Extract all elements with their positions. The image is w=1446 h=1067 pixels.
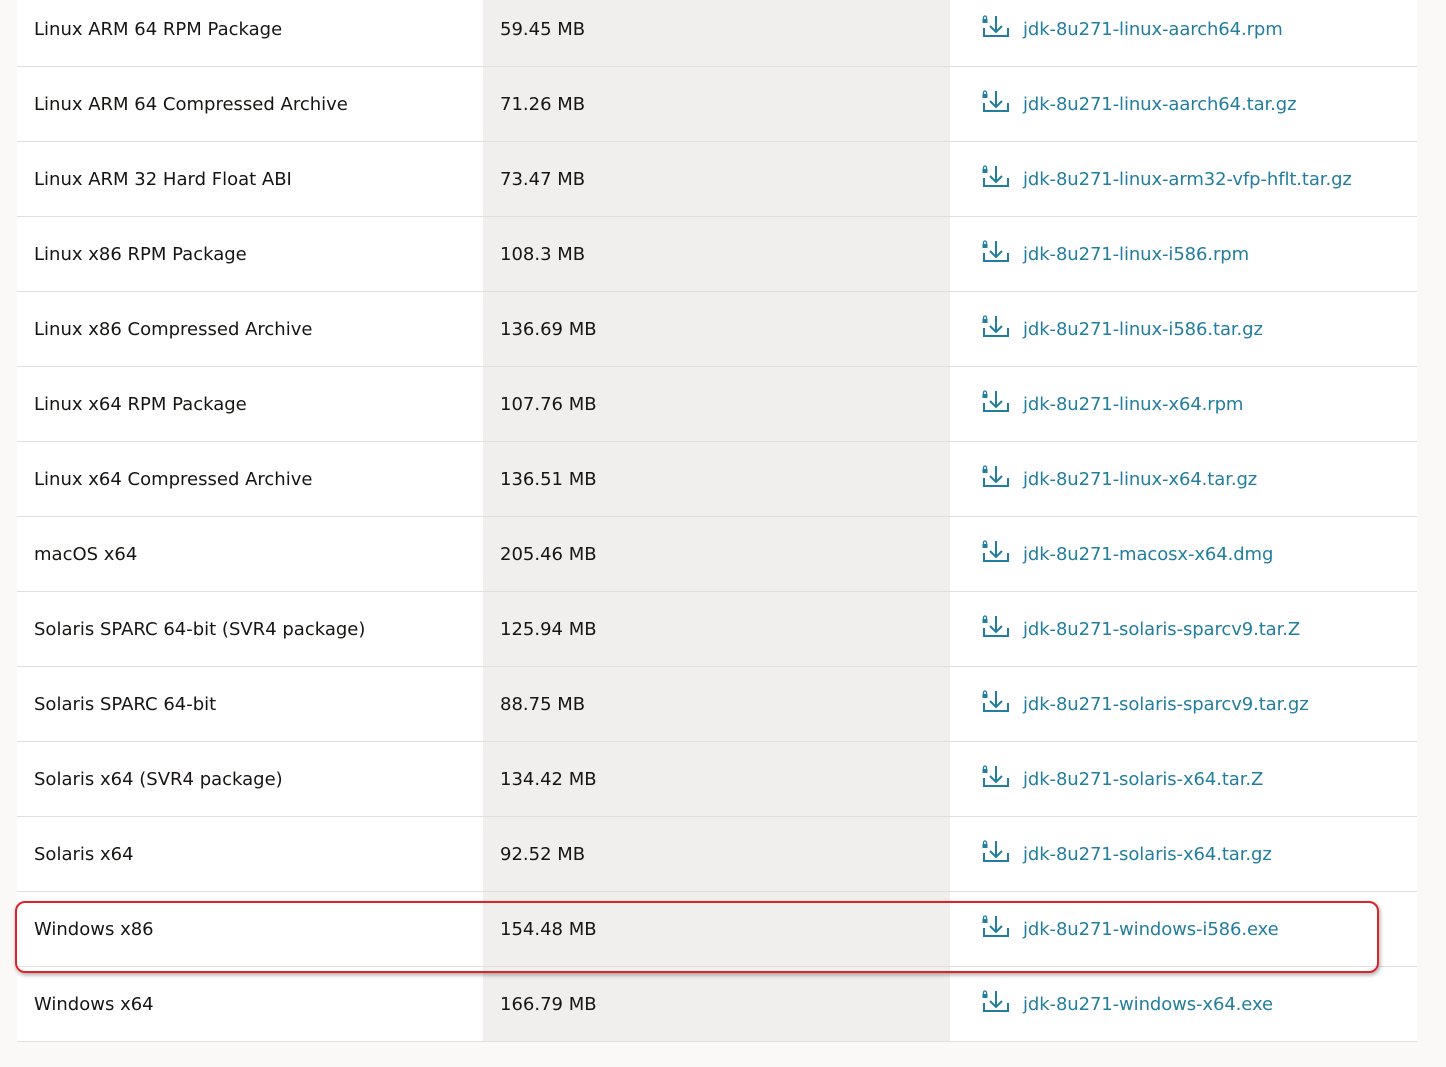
product-name: Solaris SPARC 64-bit (SVR4 package) xyxy=(34,618,366,640)
download-filename[interactable]: jdk-8u271-solaris-x64.tar.Z xyxy=(1023,769,1263,790)
product-name: Linux x64 Compressed Archive xyxy=(34,468,313,490)
table-row: Linux x86 RPM Package 108.3 MB jdk-8u271-l… xyxy=(17,216,1417,291)
table-row: Linux x86 Compressed Archive 136.69 MB jdk… xyxy=(17,291,1417,366)
product-name: Solaris x64 xyxy=(34,843,134,865)
download-link[interactable]: jdk-8u271-linux-arm32-vfp-hflt.tar.gz xyxy=(981,164,1352,194)
locked-download-icon[interactable] xyxy=(981,89,1009,119)
table-row: Solaris SPARC 64-bit 88.75 MB jdk-8u271-so… xyxy=(17,666,1417,741)
locked-download-icon[interactable] xyxy=(981,539,1009,569)
product-name: Windows x86 xyxy=(34,918,154,940)
download-cell: jdk-8u271-linux-arm32-vfp-hflt.tar.gz xyxy=(950,142,1417,216)
download-link[interactable]: jdk-8u271-solaris-x64.tar.Z xyxy=(981,764,1263,794)
download-cell: jdk-8u271-windows-i586.exe xyxy=(950,892,1417,966)
product-name: Linux ARM 64 RPM Package xyxy=(34,18,283,40)
download-cell: jdk-8u271-linux-aarch64.rpm xyxy=(950,0,1417,66)
file-size: 59.45 MB xyxy=(483,0,950,66)
file-size: 166.79 MB xyxy=(483,967,950,1041)
product-name: Windows x64 xyxy=(34,993,154,1015)
download-filename[interactable]: jdk-8u271-windows-x64.exe xyxy=(1023,994,1273,1015)
product-name: Linux x64 RPM Package xyxy=(34,393,247,415)
download-filename[interactable]: jdk-8u271-linux-arm32-vfp-hflt.tar.gz xyxy=(1023,169,1352,190)
locked-download-icon[interactable] xyxy=(981,464,1009,494)
download-filename[interactable]: jdk-8u271-macosx-x64.dmg xyxy=(1023,544,1273,565)
file-size: 125.94 MB xyxy=(483,592,950,666)
table-row: Windows x64 166.79 MB jdk-8u271-windows-x6… xyxy=(17,966,1417,1041)
download-cell: jdk-8u271-linux-x64.rpm xyxy=(950,367,1417,441)
file-size: 154.48 MB xyxy=(483,892,950,966)
table-row: macOS x64 205.46 MB jdk-8u271-macosx-x64.d… xyxy=(17,516,1417,591)
file-size: 71.26 MB xyxy=(483,67,950,141)
locked-download-icon[interactable] xyxy=(981,239,1009,269)
download-filename[interactable]: jdk-8u271-solaris-sparcv9.tar.Z xyxy=(1023,619,1300,640)
locked-download-icon[interactable] xyxy=(981,689,1009,719)
locked-download-icon[interactable] xyxy=(981,164,1009,194)
download-filename[interactable]: jdk-8u271-solaris-x64.tar.gz xyxy=(1023,844,1272,865)
file-size: 92.52 MB xyxy=(483,817,950,891)
table-row: Solaris x64 (SVR4 package) 134.42 MB jdk-8… xyxy=(17,741,1417,816)
download-cell: jdk-8u271-windows-x64.exe xyxy=(950,967,1417,1041)
download-link[interactable]: jdk-8u271-windows-i586.exe xyxy=(981,914,1279,944)
download-link[interactable]: jdk-8u271-windows-x64.exe xyxy=(981,989,1273,1019)
download-link[interactable]: jdk-8u271-linux-aarch64.tar.gz xyxy=(981,89,1297,119)
product-name: Linux x86 RPM Package xyxy=(34,243,247,265)
download-filename[interactable]: jdk-8u271-linux-aarch64.tar.gz xyxy=(1023,94,1297,115)
file-size: 73.47 MB xyxy=(483,142,950,216)
download-cell: jdk-8u271-linux-aarch64.tar.gz xyxy=(950,67,1417,141)
locked-download-icon[interactable] xyxy=(981,389,1009,419)
locked-download-icon[interactable] xyxy=(981,614,1009,644)
locked-download-icon[interactable] xyxy=(981,314,1009,344)
download-cell: jdk-8u271-linux-x64.tar.gz xyxy=(950,442,1417,516)
download-cell: jdk-8u271-solaris-sparcv9.tar.Z xyxy=(950,592,1417,666)
download-filename[interactable]: jdk-8u271-linux-x64.rpm xyxy=(1023,394,1243,415)
product-name: Linux ARM 64 Compressed Archive xyxy=(34,93,348,115)
file-size: 107.76 MB xyxy=(483,367,950,441)
product-name: Linux ARM 32 Hard Float ABI xyxy=(34,168,292,190)
download-link[interactable]: jdk-8u271-linux-i586.tar.gz xyxy=(981,314,1263,344)
file-size: 88.75 MB xyxy=(483,667,950,741)
download-link[interactable]: jdk-8u271-linux-i586.rpm xyxy=(981,239,1249,269)
download-cell: jdk-8u271-linux-i586.tar.gz xyxy=(950,292,1417,366)
download-filename[interactable]: jdk-8u271-linux-i586.tar.gz xyxy=(1023,319,1263,340)
table-row: Windows x86 154.48 MB jdk-8u271-windows-i5… xyxy=(17,891,1417,966)
file-size: 108.3 MB xyxy=(483,217,950,291)
download-cell: jdk-8u271-solaris-sparcv9.tar.gz xyxy=(950,667,1417,741)
file-size: 136.51 MB xyxy=(483,442,950,516)
download-link[interactable]: jdk-8u271-solaris-x64.tar.gz xyxy=(981,839,1272,869)
download-table: Linux ARM 64 RPM Package 59.45 MB jdk-8u27… xyxy=(17,0,1417,1042)
download-filename[interactable]: jdk-8u271-linux-x64.tar.gz xyxy=(1023,469,1257,490)
download-link[interactable]: jdk-8u271-macosx-x64.dmg xyxy=(981,539,1273,569)
table-row: Solaris SPARC 64-bit (SVR4 package) 125.9… xyxy=(17,591,1417,666)
download-filename[interactable]: jdk-8u271-solaris-sparcv9.tar.gz xyxy=(1023,694,1309,715)
file-size: 134.42 MB xyxy=(483,742,950,816)
product-name: macOS x64 xyxy=(34,543,138,565)
product-name: Linux x86 Compressed Archive xyxy=(34,318,313,340)
table-row: Linux x64 RPM Package 107.76 MB jdk-8u271-… xyxy=(17,366,1417,441)
download-link[interactable]: jdk-8u271-linux-x64.tar.gz xyxy=(981,464,1257,494)
download-cell: jdk-8u271-linux-i586.rpm xyxy=(950,217,1417,291)
download-cell: jdk-8u271-solaris-x64.tar.gz xyxy=(950,817,1417,891)
file-size: 205.46 MB xyxy=(483,517,950,591)
download-link[interactable]: jdk-8u271-linux-aarch64.rpm xyxy=(981,14,1283,44)
product-name: Solaris x64 (SVR4 package) xyxy=(34,768,283,790)
download-filename[interactable]: jdk-8u271-windows-i586.exe xyxy=(1023,919,1279,940)
locked-download-icon[interactable] xyxy=(981,14,1009,44)
locked-download-icon[interactable] xyxy=(981,839,1009,869)
download-filename[interactable]: jdk-8u271-linux-i586.rpm xyxy=(1023,244,1249,265)
locked-download-icon[interactable] xyxy=(981,914,1009,944)
download-filename[interactable]: jdk-8u271-linux-aarch64.rpm xyxy=(1023,19,1283,40)
table-row: Linux ARM 32 Hard Float ABI 73.47 MB jdk-8… xyxy=(17,141,1417,216)
locked-download-icon[interactable] xyxy=(981,989,1009,1019)
download-link[interactable]: jdk-8u271-linux-x64.rpm xyxy=(981,389,1243,419)
table-row: Linux x64 Compressed Archive 136.51 MB jdk… xyxy=(17,441,1417,516)
download-link[interactable]: jdk-8u271-solaris-sparcv9.tar.Z xyxy=(981,614,1300,644)
table-row: Linux ARM 64 Compressed Archive 71.26 MB j… xyxy=(17,66,1417,141)
product-name: Solaris SPARC 64-bit xyxy=(34,693,217,715)
table-row: Linux ARM 64 RPM Package 59.45 MB jdk-8u27… xyxy=(17,0,1417,66)
locked-download-icon[interactable] xyxy=(981,764,1009,794)
table-row: Solaris x64 92.52 MB jdk-8u271-solaris-x64… xyxy=(17,816,1417,891)
download-cell: jdk-8u271-solaris-x64.tar.Z xyxy=(950,742,1417,816)
download-cell: jdk-8u271-macosx-x64.dmg xyxy=(950,517,1417,591)
file-size: 136.69 MB xyxy=(483,292,950,366)
download-link[interactable]: jdk-8u271-solaris-sparcv9.tar.gz xyxy=(981,689,1309,719)
